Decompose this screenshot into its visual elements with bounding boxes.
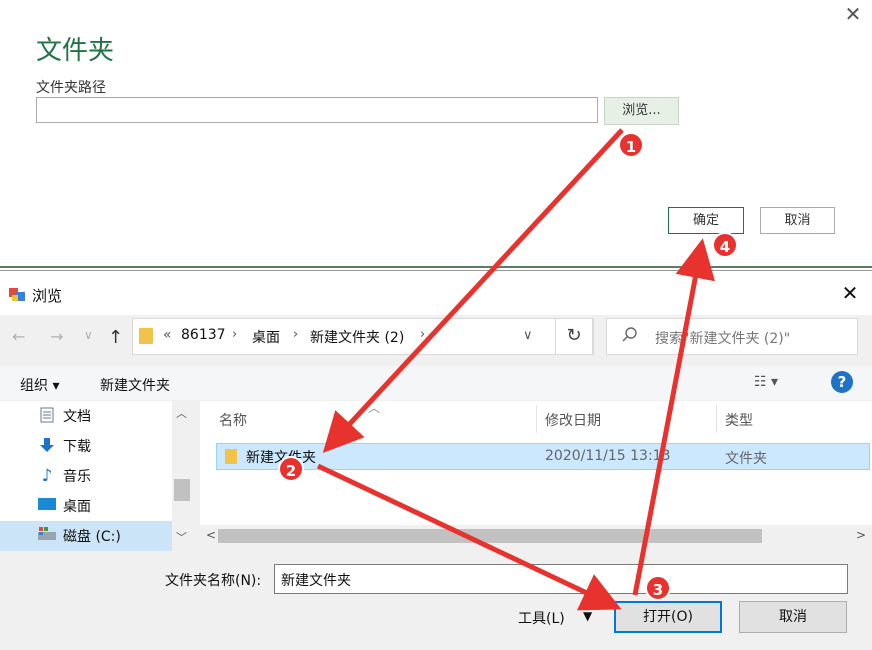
document-icon	[38, 407, 56, 425]
chevron-right-icon[interactable]: ›	[420, 327, 425, 342]
nav-item-label: 磁盘 (C:)	[63, 529, 121, 545]
step-badge: 3	[645, 575, 671, 601]
nav-item-label: 桌面	[63, 499, 91, 515]
scroll-up-icon[interactable]: ︿	[176, 405, 187, 421]
view-options-button[interactable]: ☷ ▾	[754, 374, 778, 390]
nav-item-label: 下载	[63, 439, 91, 455]
ok-button[interactable]: 确定	[668, 207, 744, 234]
chevron-down-icon[interactable]: ∨	[523, 328, 533, 343]
file-modified: 2020/11/15 13:13	[545, 448, 671, 464]
app-icon	[9, 288, 25, 301]
breadcrumb-overflow[interactable]: «	[163, 327, 172, 343]
folder-name-input[interactable]: 新建文件夹	[274, 564, 848, 594]
step-badge: 1	[618, 132, 644, 158]
nav-item-desktop[interactable]: 桌面	[0, 491, 172, 521]
divider	[0, 266, 872, 268]
scroll-right-icon[interactable]: >	[856, 528, 866, 542]
forward-icon[interactable]: →	[50, 327, 63, 346]
folder-name-label: 文件夹名称(N):	[165, 573, 262, 589]
step-badge: 4	[712, 232, 738, 258]
folder-dialog: ✕ 文件夹 文件夹路径 浏览... 确定 取消	[0, 0, 872, 268]
nav-item-drive-c[interactable]: 磁盘 (C:)	[0, 521, 172, 551]
refresh-button[interactable]: ↻	[555, 318, 593, 355]
address-bar[interactable]: « 86137 › 桌面 › 新建文件夹 (2) › ∨	[132, 318, 594, 355]
nav-item-documents[interactable]: 文档	[0, 401, 172, 431]
organize-button[interactable]: 组织 ▾	[20, 375, 59, 395]
file-type: 文件夹	[725, 451, 767, 467]
column-divider[interactable]	[536, 405, 537, 433]
dialog-title: 文件夹	[36, 36, 115, 66]
music-icon: ♪	[41, 466, 53, 486]
open-button[interactable]: 打开(O)	[614, 601, 722, 633]
caret-down-icon[interactable]: ▼	[583, 609, 592, 623]
search-icon	[622, 327, 637, 342]
nav-item-music[interactable]: ♪ 音乐	[0, 461, 172, 491]
step-badge: 2	[278, 456, 304, 482]
dialog-title: 浏览	[32, 287, 63, 305]
column-header-modified[interactable]: 修改日期	[545, 410, 601, 430]
column-divider[interactable]	[716, 405, 717, 433]
navigation-pane: 文档 下载 ♪ 音乐 桌面 磁盘 (C:) ︿ ﹀	[0, 401, 192, 551]
desktop-icon	[38, 497, 56, 515]
help-icon[interactable]: ?	[831, 371, 853, 393]
sort-ascending-icon: ︿	[368, 401, 381, 415]
download-icon	[38, 437, 56, 455]
nav-item-label: 文档	[63, 409, 91, 425]
nav-item-label: 音乐	[63, 469, 91, 485]
cancel-button[interactable]: 取消	[760, 207, 835, 234]
tools-button[interactable]: 工具(L)	[518, 608, 565, 628]
toolbar: 组织 ▾ 新建文件夹 ☷ ▾ ?	[0, 366, 872, 400]
title-bar: 浏览 ✕	[0, 271, 872, 315]
folder-icon	[225, 449, 237, 464]
scrollbar-thumb[interactable]	[218, 529, 762, 543]
scroll-left-icon[interactable]: <	[206, 528, 216, 542]
folder-path-input[interactable]	[36, 97, 598, 123]
back-icon[interactable]: ←	[12, 327, 25, 346]
up-icon[interactable]: ↑	[108, 327, 123, 348]
cancel-button[interactable]: 取消	[739, 601, 847, 633]
column-header-name[interactable]: 名称	[219, 410, 247, 430]
chevron-right-icon[interactable]: ›	[293, 327, 298, 342]
recent-locations-icon[interactable]: ∨	[84, 328, 93, 342]
scroll-down-icon[interactable]: ﹀	[176, 529, 187, 545]
search-input[interactable]: 搜索"新建文件夹 (2)"	[606, 318, 858, 355]
close-icon[interactable]: ✕	[843, 4, 863, 24]
search-placeholder: 搜索"新建文件夹 (2)"	[655, 331, 791, 347]
column-header-type[interactable]: 类型	[725, 410, 753, 430]
breadcrumb-item[interactable]: 桌面	[252, 327, 280, 347]
folder-icon	[139, 328, 153, 344]
chevron-right-icon[interactable]: ›	[232, 327, 237, 342]
drive-icon	[38, 527, 56, 545]
browse-dialog: 浏览 ✕ ← → ∨ ↑ « 86137 › 桌面 › 新建文件夹 (2) › …	[0, 270, 872, 650]
browse-button[interactable]: 浏览...	[604, 97, 679, 125]
new-folder-button[interactable]: 新建文件夹	[100, 375, 170, 395]
vertical-scrollbar[interactable]: ︿ ﹀	[172, 401, 192, 547]
nav-item-downloads[interactable]: 下载	[0, 431, 172, 461]
folder-path-label: 文件夹路径	[36, 80, 106, 96]
horizontal-scrollbar[interactable]: < >	[200, 525, 872, 547]
close-icon[interactable]: ✕	[840, 283, 860, 303]
scrollbar-thumb[interactable]	[174, 479, 190, 501]
file-row[interactable]: 新建文件夹 2020/11/15 13:13 文件夹	[216, 443, 870, 470]
breadcrumb-item[interactable]: 新建文件夹 (2)	[310, 327, 404, 347]
breadcrumb-item[interactable]: 86137	[181, 327, 226, 343]
